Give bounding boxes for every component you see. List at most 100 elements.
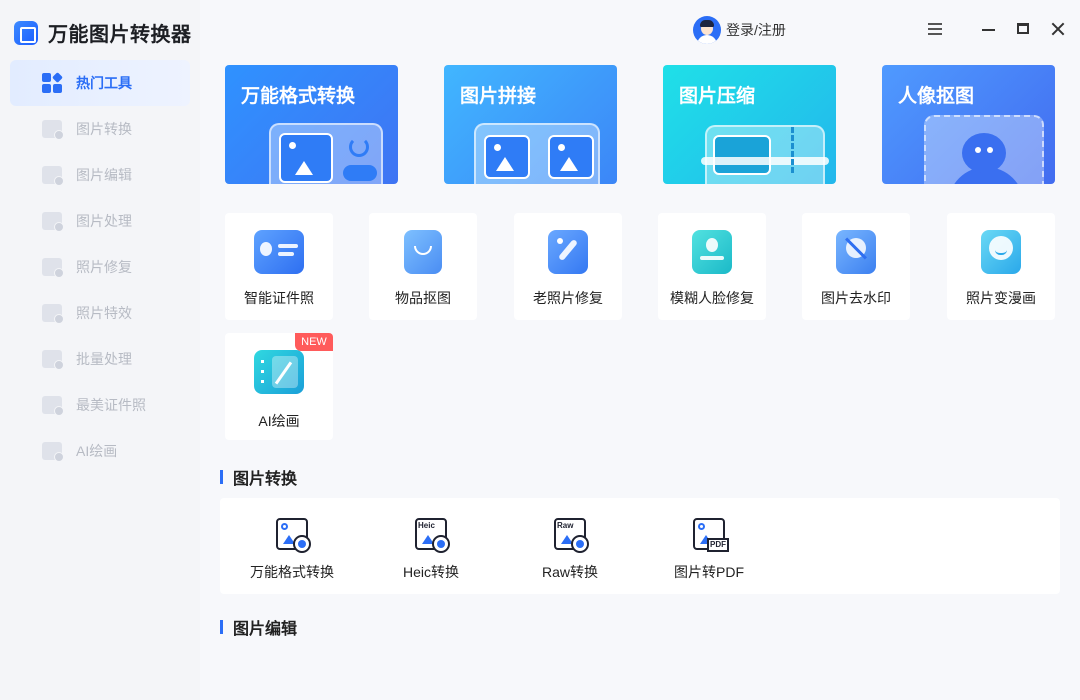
image-convert-icon	[42, 120, 64, 140]
banner-image-compress[interactable]: 图片压缩	[663, 65, 836, 184]
tool-object-cutout[interactable]: 物品抠图	[369, 213, 477, 320]
section-accent-bar	[220, 470, 223, 484]
tool-label: 智能证件照	[244, 290, 314, 306]
conv-item-format[interactable]: 万能格式转换	[222, 514, 362, 584]
format-convert-icon	[276, 518, 311, 553]
section-title-conversion: 图片转换	[220, 465, 297, 489]
banner-title: 人像抠图	[898, 86, 975, 107]
minimize-icon[interactable]	[979, 20, 997, 38]
conversion-panel: 万能格式转换 Heic Heic转换 Raw Raw转换 PDF 图片转PDF	[220, 498, 1060, 594]
raw-tag: Raw	[557, 521, 574, 530]
sidebar-item-label: 照片修复	[76, 259, 132, 275]
app-title: 万能图片转换器	[48, 24, 192, 46]
conv-label: 万能格式转换	[250, 564, 334, 580]
image-edit-icon	[42, 166, 64, 186]
id-card-icon	[254, 230, 304, 274]
pill-shape	[343, 165, 377, 181]
sidebar-item-label: 图片转换	[76, 121, 132, 137]
sidebar-item-label: 热门工具	[76, 75, 132, 91]
cartoon-icon	[981, 230, 1021, 274]
tool-label: 图片去水印	[821, 290, 891, 306]
ai-paint-icon	[42, 442, 64, 462]
batch-process-icon	[42, 350, 64, 370]
heic-icon: Heic	[415, 518, 450, 553]
sidebar-item-image-convert[interactable]: 图片转换	[10, 106, 190, 152]
sidebar-item-label: 最美证件照	[76, 397, 146, 413]
new-badge: NEW	[295, 333, 333, 351]
sidebar-item-ai-paint[interactable]: AI绘画	[10, 428, 190, 474]
tool-blur-face-repair[interactable]: 模糊人脸修复	[658, 213, 766, 320]
sidebar-item-photo-effects[interactable]: 照片特效	[10, 290, 190, 336]
section-accent-bar	[220, 620, 223, 634]
photo-effects-icon	[42, 304, 64, 324]
conv-item-raw[interactable]: Raw Raw转换	[500, 514, 640, 584]
compress-bar	[701, 157, 829, 165]
face-repair-icon	[692, 230, 732, 274]
refresh-icon	[349, 137, 369, 157]
pdf-icon: PDF	[693, 518, 729, 552]
tool-label: 物品抠图	[395, 290, 451, 306]
sidebar-item-hot-tools[interactable]: 热门工具	[10, 60, 190, 106]
sidebar: 万能图片转换器 热门工具 图片转换 图片编辑 图片处理 照片修复 照片特效 批量…	[0, 0, 200, 700]
image-icon	[548, 135, 594, 179]
app-header: 万能图片转换器	[14, 18, 192, 47]
maximize-icon[interactable]	[1014, 20, 1032, 38]
tool-ai-paint[interactable]: NEW AI绘画	[225, 333, 333, 440]
portrait-face-icon	[962, 133, 1006, 173]
section-title-text: 图片编辑	[233, 621, 298, 638]
sidebar-item-image-edit[interactable]: 图片编辑	[10, 152, 190, 198]
tool-photo-to-cartoon[interactable]: 照片变漫画	[947, 213, 1055, 320]
banner-portrait-cutout[interactable]: 人像抠图	[882, 65, 1055, 184]
sidebar-item-label: 照片特效	[76, 305, 132, 321]
watermark-icon	[836, 230, 876, 274]
tool-label: 模糊人脸修复	[670, 290, 754, 306]
id-photo-icon	[42, 396, 64, 416]
sidebar-item-label: 图片编辑	[76, 167, 132, 183]
login-button[interactable]: 登录/注册	[693, 16, 786, 44]
raw-icon: Raw	[554, 518, 589, 553]
tool-remove-watermark[interactable]: 图片去水印	[802, 213, 910, 320]
tool-label: AI绘画	[258, 413, 300, 429]
banner-format-convert[interactable]: 万能格式转换	[225, 65, 398, 184]
menu-icon[interactable]	[926, 20, 944, 38]
bag-icon	[404, 230, 442, 274]
grid-icon	[42, 72, 63, 93]
sidebar-item-label: 批量处理	[76, 351, 132, 367]
tool-smart-id-photo[interactable]: 智能证件照	[225, 213, 333, 320]
section-title-text: 图片转换	[233, 471, 298, 488]
image-icon	[713, 135, 771, 175]
photo-repair-icon	[42, 258, 64, 278]
heic-tag: Heic	[418, 521, 435, 530]
sidebar-item-id-photo[interactable]: 最美证件照	[10, 382, 190, 428]
image-icon	[484, 135, 530, 179]
banner-title: 万能格式转换	[241, 86, 356, 107]
banner-image-stitch[interactable]: 图片拼接	[444, 65, 617, 184]
banner-title: 图片压缩	[679, 86, 756, 107]
sidebar-item-photo-repair[interactable]: 照片修复	[10, 244, 190, 290]
app-logo-icon	[14, 20, 38, 45]
tool-label: 老照片修复	[533, 290, 603, 306]
sidebar-nav: 热门工具 图片转换 图片编辑 图片处理 照片修复 照片特效 批量处理 最美证件照…	[10, 60, 190, 474]
zipper-icon	[791, 127, 797, 173]
tool-label: 照片变漫画	[966, 290, 1036, 306]
sidebar-item-batch[interactable]: 批量处理	[10, 336, 190, 382]
image-process-icon	[42, 212, 64, 232]
ai-paint-icon	[254, 350, 304, 394]
close-icon[interactable]	[1049, 20, 1067, 38]
image-icon	[279, 133, 333, 183]
login-label: 登录/注册	[726, 22, 786, 38]
pdf-tag: PDF	[707, 538, 729, 552]
conv-item-pdf[interactable]: PDF 图片转PDF	[639, 514, 779, 584]
sidebar-item-label: 图片处理	[76, 213, 132, 229]
avatar	[693, 16, 721, 44]
banner-title: 图片拼接	[460, 86, 537, 107]
conv-label: Raw转换	[541, 564, 598, 580]
sidebar-item-image-process[interactable]: 图片处理	[10, 198, 190, 244]
conv-item-heic[interactable]: Heic Heic转换	[361, 514, 501, 584]
tool-old-photo-repair[interactable]: 老照片修复	[514, 213, 622, 320]
sidebar-item-label: AI绘画	[76, 443, 118, 459]
conv-label: Heic转换	[402, 564, 459, 580]
section-title-editing: 图片编辑	[220, 615, 297, 639]
conv-label: 图片转PDF	[674, 564, 744, 580]
wrench-icon	[548, 230, 588, 274]
